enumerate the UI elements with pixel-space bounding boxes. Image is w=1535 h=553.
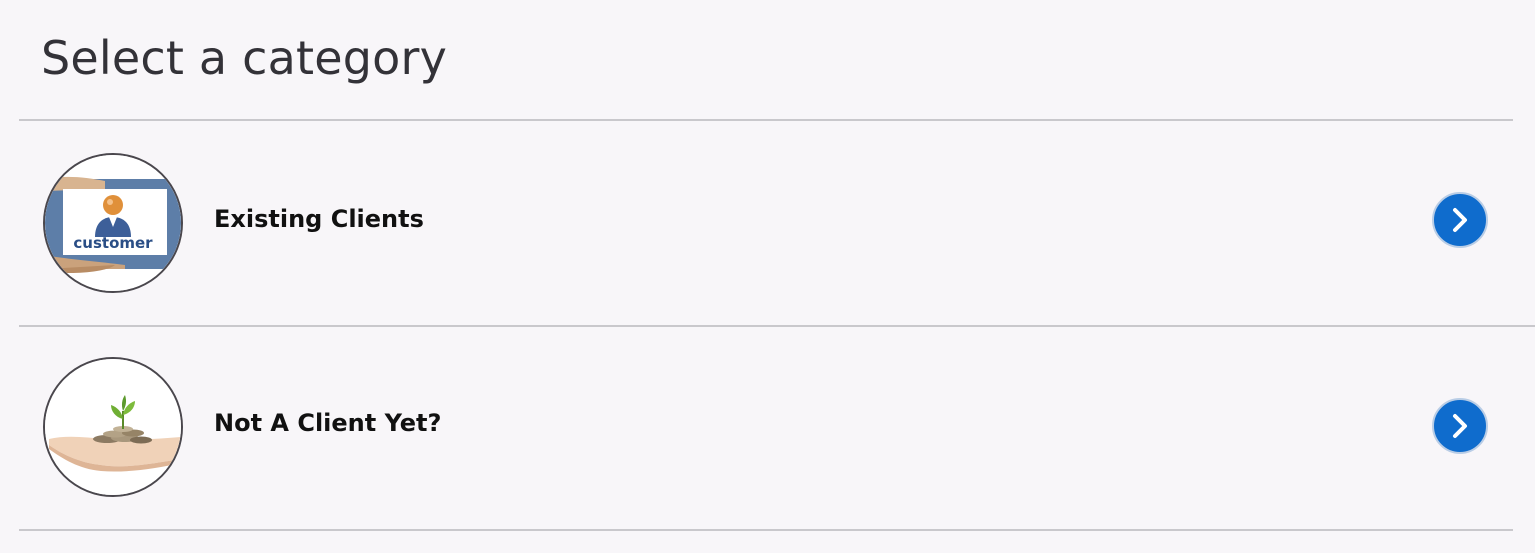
category-item-not-a-client-yet[interactable]: Not A Client Yet? xyxy=(19,327,1513,531)
chevron-right-icon xyxy=(1453,414,1467,438)
next-button[interactable] xyxy=(1432,192,1488,248)
category-label: Not A Client Yet? xyxy=(214,409,442,437)
chevron-right-icon xyxy=(1453,208,1467,232)
customer-card-icon: customer xyxy=(43,153,183,293)
category-label: Existing Clients xyxy=(214,205,424,233)
category-item-existing-clients[interactable]: customer Existing Clients xyxy=(19,121,1513,325)
divider xyxy=(19,529,1513,531)
hand-coins-sprout-icon xyxy=(43,357,183,497)
customer-card-text: customer xyxy=(73,234,153,252)
next-button[interactable] xyxy=(1432,398,1488,454)
category-page: Select a category customer Existing Clie… xyxy=(0,0,1535,553)
page-title: Select a category xyxy=(41,31,448,85)
